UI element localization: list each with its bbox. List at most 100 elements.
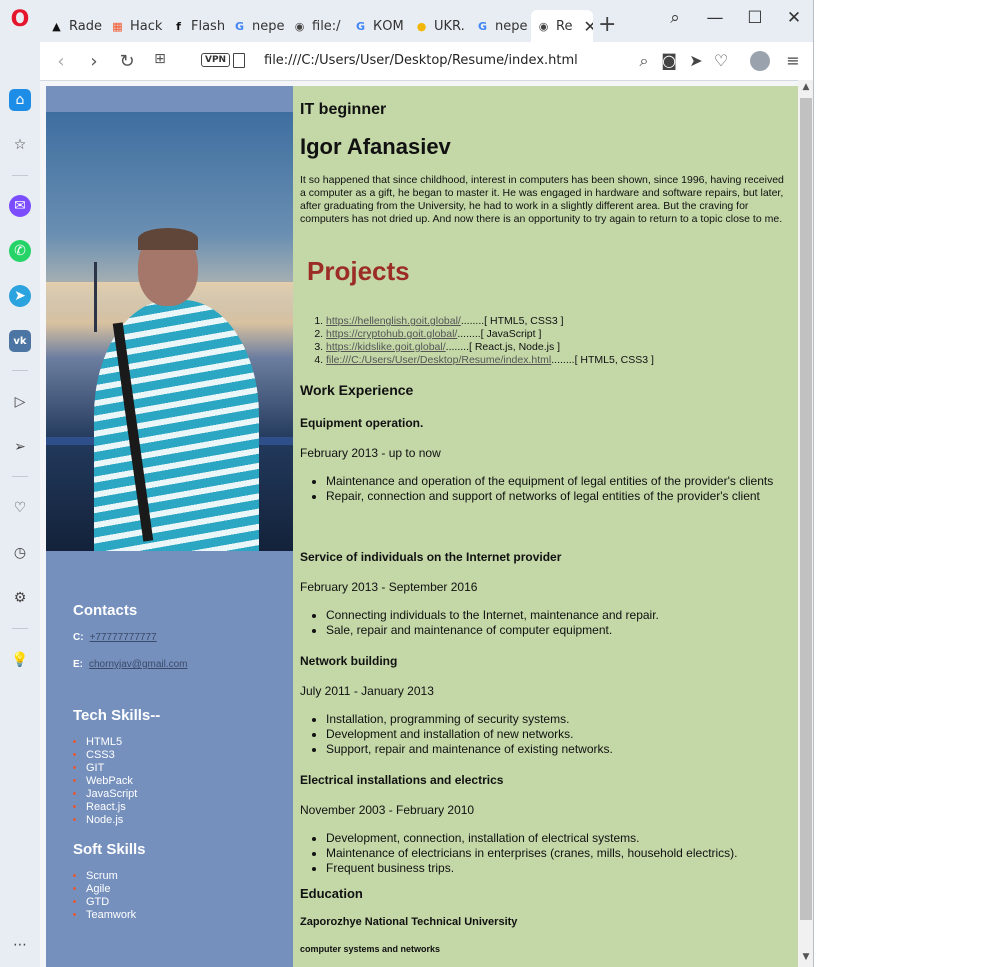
player-icon[interactable]: ▷ <box>9 391 31 413</box>
project-tech: ........[ React.js, Node.js ] <box>445 341 561 353</box>
tab[interactable]: ● UKR. <box>409 10 467 42</box>
vk-icon[interactable]: vk <box>9 330 31 352</box>
bookmark-heart-icon[interactable]: ♡ <box>711 51 731 70</box>
tab[interactable]: ▦ Hack <box>105 10 163 42</box>
project-link[interactable]: file:///C:/Users/User/Desktop/Resume/ind… <box>326 354 551 366</box>
whatsapp-icon[interactable]: ✆ <box>9 240 31 262</box>
google-icon: G <box>234 19 245 33</box>
ukr-icon: ● <box>416 19 427 33</box>
history-clock-icon[interactable]: ◷ <box>9 542 31 564</box>
reload-button[interactable]: ↻ <box>116 51 138 72</box>
skill-item: React.js <box>86 801 137 814</box>
projects-heading: Projects <box>307 256 410 286</box>
tab[interactable]: G КОМ <box>348 10 406 42</box>
tab[interactable]: ◉ file:/ <box>287 10 345 42</box>
tab-label: UKR. <box>434 18 465 34</box>
sidebar-divider <box>12 628 28 629</box>
tab-label: Rade <box>69 18 102 34</box>
page-icon[interactable] <box>233 53 245 68</box>
url-field[interactable]: file:///C:/Users/User/Desktop/Resume/ind… <box>264 53 578 68</box>
tab[interactable]: ▲ Rade <box>44 10 102 42</box>
search-tabs-icon[interactable]: ⌕ <box>660 8 690 28</box>
minimize-button[interactable]: — <box>700 8 730 28</box>
globe-icon: ◉ <box>294 19 305 33</box>
messenger-icon[interactable]: ✉ <box>9 195 31 217</box>
duty-item: Maintenance and operation of the equipme… <box>326 474 791 489</box>
new-tab-button[interactable]: + <box>598 12 616 37</box>
tab-strip: O ▲ Rade ▦ Hack f Flash Gnepe ◉ file:/G КОМ ● UKR. G… <box>0 0 813 42</box>
project-link[interactable]: https://kidslike.goit.global/ <box>326 341 446 353</box>
tab-label: Re <box>556 18 573 34</box>
duty-item: Sale, repair and maintenance of computer… <box>326 623 791 638</box>
close-tab-icon[interactable]: ✕ <box>583 17 593 36</box>
tab[interactable]: Gnepe <box>470 10 528 42</box>
education-heading: Education <box>300 886 363 901</box>
profile-avatar[interactable] <box>750 51 770 71</box>
flow-send-icon[interactable]: ➢ <box>9 436 31 458</box>
vertical-scrollbar[interactable]: ▲ ▼ <box>798 80 813 967</box>
close-window-button[interactable]: ✕ <box>779 8 809 28</box>
scroll-up-arrow-icon[interactable]: ▲ <box>798 82 813 92</box>
windows-icon: ▦ <box>112 19 123 33</box>
tab[interactable]: Gnepe <box>227 10 285 42</box>
job-dates: February 2013 - up to now <box>300 446 441 460</box>
email-link[interactable]: chornyjav@gmail.com <box>89 659 188 670</box>
project-item: file:///C:/Users/User/Desktop/Resume/ind… <box>326 354 654 367</box>
snapshot-camera-icon[interactable]: ◙ <box>659 51 679 70</box>
soft-skills-heading: Soft Skills <box>73 841 146 858</box>
settings-gear-icon[interactable]: ⚙ <box>9 587 31 609</box>
tech-skills-list: HTML5CSS3GITWebPackJavaScriptReact.jsNod… <box>73 736 137 827</box>
more-options-icon[interactable]: ⋯ <box>9 934 31 956</box>
easy-setup-icon[interactable]: ≡ <box>783 51 803 70</box>
opera-logo-icon[interactable]: O <box>9 8 31 32</box>
job-duties-list: Maintenance and operation of the equipme… <box>300 474 791 504</box>
contact-phone: C: +77777777777 <box>73 632 157 643</box>
skill-item: Node.js <box>86 814 137 827</box>
scroll-down-arrow-icon[interactable]: ▼ <box>798 952 813 962</box>
project-link[interactable]: https://hellenglish.goit.global/ <box>326 315 461 327</box>
contact-email: E: chornyjav@gmail.com <box>73 659 188 670</box>
project-item: https://cryptohub.goit.global/........[ … <box>326 328 654 341</box>
send-icon[interactable]: ➤ <box>686 51 706 70</box>
search-page-icon[interactable]: ⌕ <box>634 51 654 71</box>
home-icon[interactable]: ⌂ <box>9 89 31 111</box>
job-dates: February 2013 - September 2016 <box>300 580 478 594</box>
phone-label: C: <box>73 632 84 643</box>
tab[interactable]: f Flash <box>166 10 224 42</box>
resume-main: IT beginner Igor Afanasiev It so happene… <box>293 86 798 967</box>
speed-dial-star-icon[interactable]: ☆ <box>9 134 31 156</box>
skill-item: Agile <box>86 883 136 896</box>
scrollbar-thumb[interactable] <box>800 98 812 920</box>
tower-silhouette <box>94 262 97 332</box>
project-item: https://hellenglish.goit.global/........… <box>326 315 654 328</box>
duty-item: Support, repair and maintenance of exist… <box>326 742 791 757</box>
bookmarks-heart-icon[interactable]: ♡ <box>9 497 31 519</box>
tab-active[interactable]: ◉ Re ✕ <box>531 10 593 42</box>
job-duties-list: Development, connection, installation of… <box>300 831 791 876</box>
project-link[interactable]: https://cryptohub.goit.global/ <box>326 328 457 340</box>
projects-list: https://hellenglish.goit.global/........… <box>300 315 654 367</box>
forward-button[interactable]: › <box>83 51 105 72</box>
skill-item: JavaScript <box>86 788 137 801</box>
job-duties-list: Connecting individuals to the Internet, … <box>300 608 791 638</box>
email-label: E: <box>73 659 83 670</box>
skill-item: GTD <box>86 896 136 909</box>
person-name: Igor Afanasiev <box>300 134 451 159</box>
opera-sidebar: ⌂ ☆ ✉ ✆ ➤ vk ▷ ➢ ♡ ◷ ⚙ 💡 ⋯ <box>0 42 40 967</box>
maximize-button[interactable]: ☐ <box>740 8 770 28</box>
phone-link[interactable]: +77777777777 <box>90 632 157 643</box>
tips-lightbulb-icon[interactable]: 💡 <box>9 649 31 671</box>
project-tech: ........[ JavaScript ] <box>457 328 542 340</box>
tab-label: Flash <box>191 18 224 34</box>
vpn-badge[interactable]: VPN <box>201 53 231 67</box>
tab-overview-icon[interactable]: ⊞ <box>149 51 171 67</box>
duty-item: Connecting individuals to the Internet, … <box>326 608 791 623</box>
project-tech: ........[ HTML5, CSS3 ] <box>460 315 564 327</box>
sidebar-divider <box>12 175 28 176</box>
back-button[interactable]: ‹ <box>50 51 72 72</box>
telegram-icon[interactable]: ➤ <box>9 285 31 307</box>
tab-label: КОМ <box>373 18 404 34</box>
duty-item: Maintenance of electricians in enterpris… <box>326 846 791 861</box>
specialty: computer systems and networks <box>300 944 441 954</box>
sidebar-divider <box>12 476 28 477</box>
